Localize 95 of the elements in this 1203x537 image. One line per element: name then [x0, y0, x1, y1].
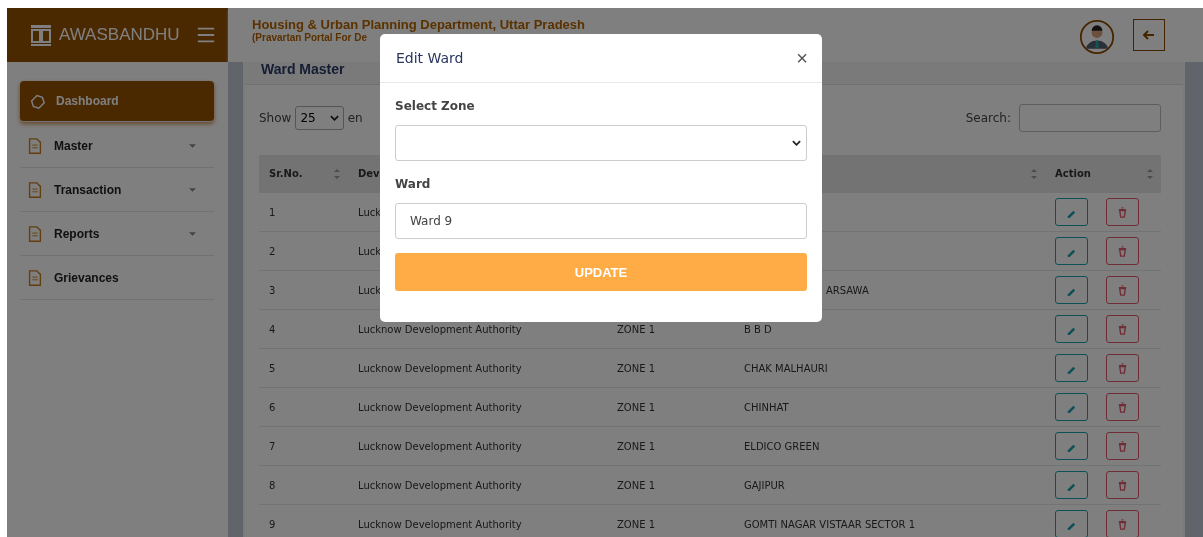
edit-button[interactable] [1055, 471, 1088, 499]
column-header: Action [1055, 168, 1091, 179]
document-icon [26, 136, 44, 155]
table-cell: Lucknow Development Authority [358, 518, 522, 530]
document-icon [26, 180, 44, 199]
table-cell: 3 [269, 284, 276, 296]
table-cell: 4 [269, 323, 276, 335]
table-cell: 1 [269, 206, 276, 218]
edit-button[interactable] [1055, 315, 1088, 343]
dialog-title: Edit Ward [396, 50, 464, 66]
edit-button[interactable] [1055, 432, 1088, 460]
search-field[interactable] [1019, 104, 1161, 132]
table-cell: Lucknow Development Authority [358, 362, 522, 374]
table-cell: CHINHAT [744, 401, 789, 413]
delete-button[interactable] [1106, 354, 1139, 382]
ward-input[interactable]: Ward 9 [395, 203, 807, 239]
department-title: Housing & Urban Planning Department, Uttar Pradesh [252, 17, 586, 32]
edit-button[interactable] [1055, 393, 1088, 421]
table-cell: Lucknow Development Authority [358, 323, 522, 335]
chevron-down-icon [792, 140, 801, 146]
close-button[interactable]: × [796, 46, 808, 70]
field-label: Ward [395, 177, 432, 191]
trash-icon [1117, 206, 1128, 218]
trash-icon [1117, 323, 1128, 335]
portal-subtitle: (Pravartan Portal For De [252, 32, 369, 43]
table-cell: GOMTI NAGAR VISTAAR SECTOR 1 [744, 518, 916, 530]
table-cell: ZONE 1 [617, 479, 656, 491]
brand-name: AWASBANDHU [59, 25, 180, 45]
sidebar-item[interactable]: Grievances [20, 256, 214, 300]
sidebar-item[interactable]: Reports [20, 212, 214, 256]
building-logo-icon [29, 23, 53, 47]
table-cell: ELDICO GREEN [744, 440, 820, 452]
delete-button[interactable] [1106, 315, 1139, 343]
sidebar-item[interactable]: Transaction [20, 168, 214, 212]
table-cell: GAJIPUR [744, 479, 785, 491]
table-cell: ZONE 1 [617, 440, 656, 452]
table-cell: ARSAWA [826, 284, 869, 296]
table-cell: 6 [269, 401, 276, 413]
back-button[interactable] [1133, 19, 1165, 51]
delete-button[interactable] [1106, 393, 1139, 421]
trash-icon [1117, 440, 1128, 452]
table-cell: Luck [358, 284, 382, 296]
trash-icon [1117, 284, 1128, 296]
trash-icon [1117, 245, 1128, 257]
trash-icon [1117, 401, 1128, 413]
trash-icon [1117, 479, 1128, 491]
left-arrow-icon [1142, 28, 1156, 42]
document-icon [26, 224, 44, 243]
delete-button[interactable] [1106, 276, 1139, 304]
table-cell: Luck [358, 245, 382, 257]
trash-icon [1117, 518, 1128, 530]
show-label: Show [259, 111, 292, 125]
entries-label: en [347, 111, 363, 125]
table-cell: Lucknow Development Authority [358, 401, 522, 413]
column-header: Sr.No. [269, 168, 303, 179]
sort-icon[interactable] [1031, 168, 1037, 179]
table-cell: 5 [269, 362, 276, 374]
page-size-select[interactable]: 25 [295, 106, 344, 130]
delete-button[interactable] [1106, 432, 1139, 460]
table-cell: 8 [269, 479, 276, 491]
search-label: Search: [965, 111, 1011, 125]
table-cell: ZONE 1 [617, 362, 656, 374]
table-cell: Luck [358, 206, 382, 218]
table-cell: 7 [269, 440, 276, 452]
trash-icon [1117, 362, 1128, 374]
edit-button[interactable] [1055, 354, 1088, 382]
delete-button[interactable] [1106, 237, 1139, 265]
page-title: Ward Master [260, 62, 346, 79]
sidebar-item[interactable]: Dashboard [20, 81, 214, 122]
table-cell: ZONE 1 [617, 323, 656, 335]
table-cell: Lucknow Development Authority [358, 440, 522, 452]
document-icon [26, 268, 44, 287]
table-cell: 2 [269, 245, 276, 257]
table-cell: B B D [744, 323, 772, 335]
delete-button[interactable] [1106, 198, 1139, 226]
field-label: Select Zone [395, 99, 476, 113]
edit-button[interactable] [1055, 198, 1088, 226]
user-avatar-icon[interactable] [1079, 19, 1115, 55]
edit-button[interactable] [1055, 510, 1088, 537]
zone-select[interactable] [395, 125, 807, 161]
chevron-down-icon [329, 115, 339, 121]
delete-button[interactable] [1106, 510, 1139, 537]
edit-button[interactable] [1055, 276, 1088, 304]
sort-icon[interactable] [334, 168, 340, 179]
menu-icon[interactable] [195, 25, 216, 45]
edit-button[interactable] [1055, 237, 1088, 265]
delete-button[interactable] [1106, 471, 1139, 499]
table-cell: ZONE 1 [617, 401, 656, 413]
sidebar-item[interactable]: Master [20, 124, 214, 168]
table-cell: CHAK MALHAURI [744, 362, 828, 374]
table-cell: ZONE 1 [617, 518, 656, 530]
table-cell: Lucknow Development Authority [358, 479, 522, 491]
sort-icon[interactable] [1147, 168, 1153, 179]
column-header: Dev [358, 168, 380, 179]
table-cell: 9 [269, 518, 276, 530]
